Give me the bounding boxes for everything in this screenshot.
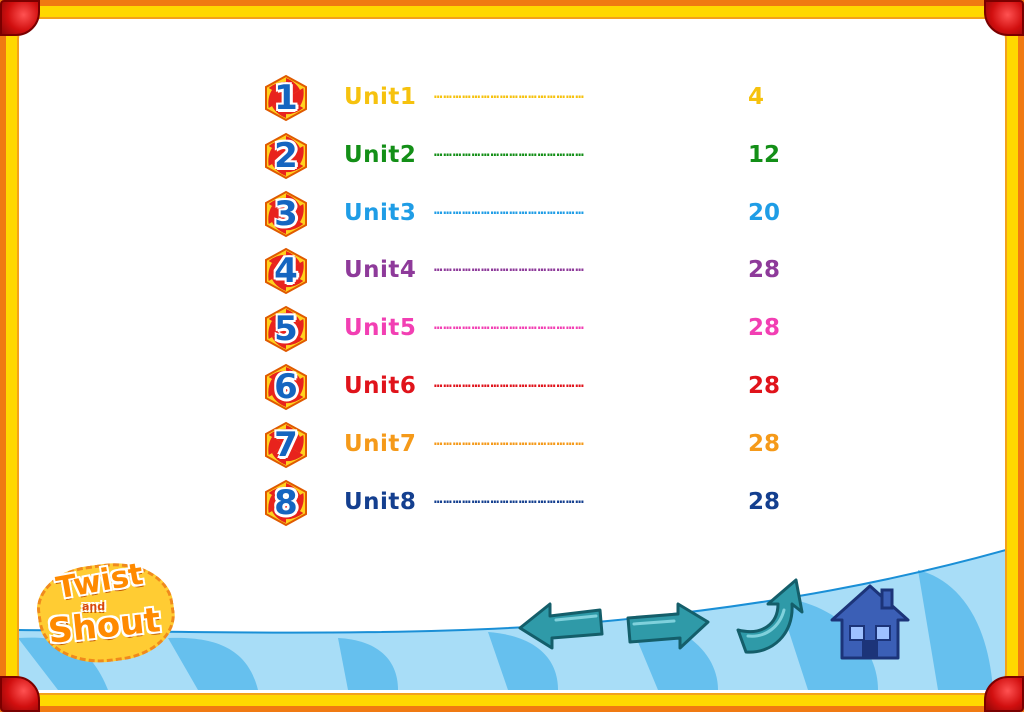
twist-and-shout-logo: Twist and Shout <box>31 555 181 671</box>
unit-number-badge: 7 <box>262 421 310 469</box>
page-number: 12 <box>748 141 781 168</box>
return-button[interactable] <box>732 578 806 656</box>
page-number: 28 <box>748 257 781 284</box>
unit-number: 6 <box>274 366 298 407</box>
unit-number-badge: 6 <box>262 363 310 411</box>
unit-number-badge: 1 <box>262 74 310 122</box>
unit-number: 3 <box>274 193 298 234</box>
curved-arrow-up-icon <box>736 578 804 654</box>
page-number: 28 <box>748 315 781 342</box>
unit-number-badge: 3 <box>262 190 310 238</box>
unit-number: 1 <box>274 78 298 118</box>
unit-label[interactable]: Unit4 <box>344 257 416 283</box>
page-number: 28 <box>748 372 781 399</box>
unit-number: 2 <box>274 135 298 176</box>
toc-row-unit-3[interactable]: 3 Unit3 ………………………………………… 20 <box>262 188 802 246</box>
unit-label[interactable]: Unit6 <box>344 373 416 399</box>
unit-number: 4 <box>274 251 298 292</box>
home-button[interactable] <box>828 582 912 662</box>
leader-dots: ………………………………………… <box>434 317 585 334</box>
contents-list: 1 Unit1 ………………………………………… 4 2 Unit2 ……………………………… <box>262 72 802 534</box>
unit-label[interactable]: Unit1 <box>344 84 416 110</box>
toc-row-unit-1[interactable]: 1 Unit1 ………………………………………… 4 <box>262 72 802 130</box>
unit-number: 7 <box>274 424 298 465</box>
unit-label[interactable]: Unit3 <box>344 200 416 226</box>
unit-number-badge: 8 <box>262 479 310 527</box>
arrow-right-icon <box>626 602 710 650</box>
home-icon <box>830 584 910 660</box>
page-number: 20 <box>748 199 781 226</box>
page-number: 28 <box>748 430 781 457</box>
unit-label[interactable]: Unit5 <box>344 315 416 341</box>
unit-number-badge: 5 <box>262 305 310 353</box>
forward-button[interactable] <box>622 600 712 652</box>
page-number: 4 <box>748 84 765 110</box>
toc-row-unit-4[interactable]: 4 Unit4 ………………………………………… 28 <box>262 245 802 303</box>
unit-label[interactable]: Unit7 <box>344 431 416 457</box>
toc-row-unit-8[interactable]: 8 Unit8 ………………………………………… 28 <box>262 477 802 535</box>
toc-row-unit-7[interactable]: 7 Unit7 ………………………………………… 28 <box>262 419 802 477</box>
table-of-contents-page: 1 Unit1 ………………………………………… 4 2 Unit2 ……………………………… <box>0 0 1024 712</box>
back-button[interactable] <box>516 598 606 650</box>
leader-dots: ………………………………………… <box>434 86 585 102</box>
leader-dots: ………………………………………… <box>434 259 585 276</box>
unit-label[interactable]: Unit8 <box>344 489 416 515</box>
toc-row-unit-6[interactable]: 6 Unit6 ………………………………………… 28 <box>262 361 802 419</box>
unit-number: 8 <box>274 482 298 523</box>
leader-dots: ………………………………………… <box>434 374 585 391</box>
unit-number-badge: 4 <box>262 247 310 295</box>
leader-dots: ………………………………………… <box>434 432 585 449</box>
unit-label[interactable]: Unit2 <box>344 142 416 168</box>
arrow-left-icon <box>518 602 604 650</box>
leader-dots: ………………………………………… <box>434 490 585 507</box>
toc-row-unit-5[interactable]: 5 Unit5 ………………………………………… 28 <box>262 303 802 361</box>
leader-dots: ………………………………………… <box>434 143 585 160</box>
unit-number: 5 <box>274 309 298 350</box>
unit-number-badge: 2 <box>262 132 310 180</box>
toc-row-unit-2[interactable]: 2 Unit2 ………………………………………… 12 <box>262 130 802 188</box>
leader-dots: ………………………………………… <box>434 201 585 218</box>
page-number: 28 <box>748 488 781 515</box>
